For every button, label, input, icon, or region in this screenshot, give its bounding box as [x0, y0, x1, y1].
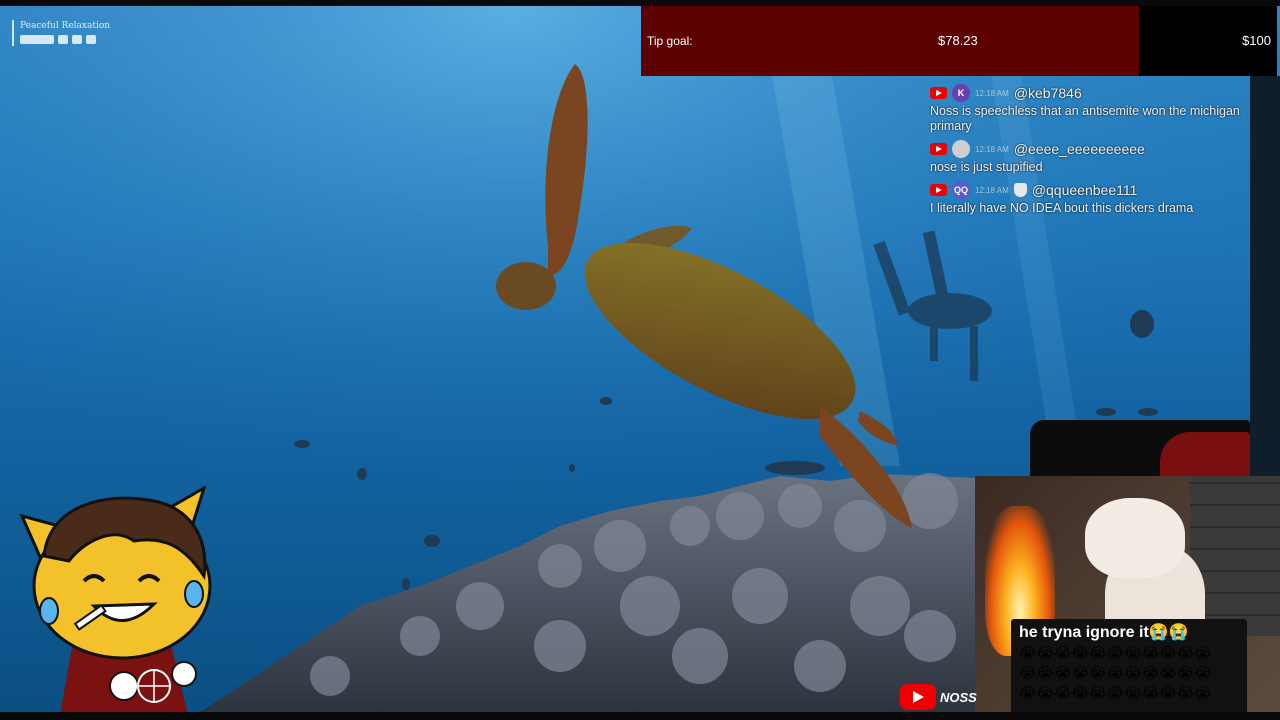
tip-goal-target: $100	[1242, 33, 1271, 48]
subscribe-pill[interactable]	[20, 35, 54, 44]
info-icon[interactable]	[86, 35, 96, 44]
avatar: QQ	[952, 181, 970, 199]
avatar	[952, 140, 970, 158]
youtube-icon	[930, 143, 947, 155]
youtube-logo-icon	[900, 684, 936, 710]
streamer-avatar-character	[19, 486, 212, 720]
meme-caption-box: he tryna ignore it😭😭 😭😭😭😭😭😭😭😭😭😭😭 😭😭😭😭😭😭😭…	[1011, 619, 1247, 716]
title-divider	[12, 20, 14, 46]
video-title: Peaceful Relaxation	[20, 21, 111, 31]
chat-text: nose is just stupified	[930, 160, 1043, 174]
chat-timestamp: 12:18 AM	[975, 88, 1009, 98]
chat-username: @qqueenbee111	[1031, 182, 1138, 198]
channel-name: NOSS	[940, 689, 977, 705]
reaction-meme: he tryna ignore it😭😭 😭😭😭😭😭😭😭😭😭😭😭 😭😭😭😭😭😭😭…	[975, 476, 1280, 720]
watch-later-icon[interactable]	[58, 35, 68, 44]
youtube-icon	[930, 184, 947, 196]
chat-text: Noss is speechless that an antisemite wo…	[930, 104, 1240, 133]
video-controls	[20, 35, 110, 44]
youtube-icon	[930, 87, 947, 99]
chat-text: I literally have NO IDEA bout this dicke…	[930, 201, 1194, 215]
webcam-chair	[1160, 432, 1250, 476]
tip-goal-bar: Tip goal: $78.23 $100	[641, 6, 1277, 76]
moderator-shield-icon	[1013, 183, 1027, 197]
chat-overlay: K 12:18 AM @keb7846 Noss is speechless t…	[930, 82, 1250, 220]
emoji-row: 😭😭😭😭😭😭😭😭😭😭😭	[1019, 644, 1212, 662]
channel-logo: NOSS	[900, 684, 977, 710]
chat-username: @keb7846	[1013, 85, 1082, 101]
chat-message: QQ 12:18 AM @qqueenbee111 I literally ha…	[930, 179, 1250, 216]
share-icon[interactable]	[72, 35, 82, 44]
emoji-row: 😭😭😭😭😭😭😭😭😭😭😭	[1019, 664, 1212, 682]
chat-timestamp: 12:18 AM	[975, 144, 1009, 154]
avatar: K	[952, 84, 970, 102]
chat-message: K 12:18 AM @keb7846 Noss is speechless t…	[930, 82, 1250, 134]
emoji-row: 😭😭😭😭😭😭😭😭😭😭😭	[1019, 684, 1212, 702]
dog-head	[1085, 498, 1185, 578]
right-edge-strip	[1250, 76, 1280, 476]
meme-caption: he tryna ignore it😭😭	[1019, 624, 1189, 641]
tip-goal-progress-fill	[641, 6, 1139, 76]
tip-goal-label: Tip goal:	[647, 34, 693, 48]
bottom-border	[0, 712, 1280, 720]
chat-message: 12:18 AM @eeee_eeeeeeeeee nose is just s…	[930, 138, 1250, 175]
chat-username: @eeee_eeeeeeeeee	[1013, 141, 1145, 157]
chat-timestamp: 12:18 AM	[975, 185, 1009, 195]
tip-goal-current: $78.23	[938, 33, 978, 48]
video-title-overlay: Peaceful Relaxation	[12, 20, 110, 46]
